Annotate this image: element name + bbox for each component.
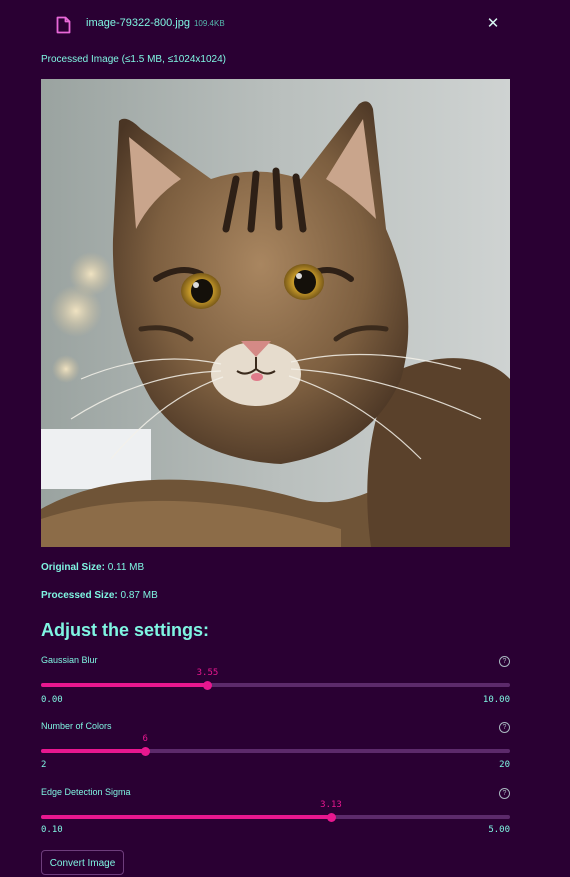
original-size-line: Original Size: 0.11 MB [41, 562, 144, 573]
help-icon[interactable]: ? [499, 722, 510, 733]
number-of-colors-thumb[interactable] [140, 747, 150, 756]
number-of-colors-track[interactable] [41, 749, 510, 753]
number-of-colors-fill [41, 749, 146, 753]
edge-detection-sigma-label: Edge Detection Sigma [41, 787, 131, 797]
file-icon [56, 16, 71, 34]
edge-detection-sigma-min: 0.10 [41, 825, 63, 835]
file-size: 109.4KB [193, 19, 225, 28]
processed-image [41, 79, 510, 547]
number-of-colors-max: 20 [499, 760, 510, 770]
help-icon[interactable]: ? [499, 788, 510, 799]
uploaded-file-name: image-79322-800.jpg 109.4KB [86, 17, 225, 29]
gaussian-blur-fill [41, 683, 208, 687]
number-of-colors-value: 6 [142, 734, 148, 744]
gaussian-blur-label: Gaussian Blur [41, 655, 98, 665]
gaussian-blur-min: 0.00 [41, 695, 63, 705]
image-caption: Processed Image (≤1.5 MB, ≤1024x1024) [41, 54, 226, 65]
original-size-label: Original Size: [41, 562, 105, 573]
gaussian-blur-max: 10.00 [482, 695, 510, 705]
file-name-text: image-79322-800.jpg [86, 17, 190, 29]
edge-detection-sigma-fill [41, 815, 332, 819]
edge-detection-sigma-value: 3.13 [320, 800, 342, 810]
edge-detection-sigma-thumb[interactable] [326, 813, 336, 822]
processed-size-line: Processed Size: 0.87 MB [41, 590, 158, 601]
edge-detection-sigma-track[interactable] [41, 815, 510, 819]
original-size-value: 0.11 MB [107, 562, 145, 573]
convert-image-button[interactable]: Convert Image [41, 850, 124, 875]
settings-heading: Adjust the settings: [41, 620, 210, 640]
processed-size-label: Processed Size: [41, 590, 118, 601]
edge-detection-sigma-max: 5.00 [488, 825, 510, 835]
gaussian-blur-value: 3.55 [196, 668, 219, 678]
gaussian-blur-track[interactable] [41, 683, 510, 687]
gaussian-blur-thumb[interactable] [202, 681, 212, 690]
number-of-colors-min: 2 [41, 760, 47, 770]
processed-size-value: 0.87 MB [120, 590, 158, 601]
close-icon[interactable]: ✕ [484, 14, 502, 34]
number-of-colors-label: Number of Colors [41, 721, 112, 731]
help-icon[interactable]: ? [499, 656, 510, 667]
